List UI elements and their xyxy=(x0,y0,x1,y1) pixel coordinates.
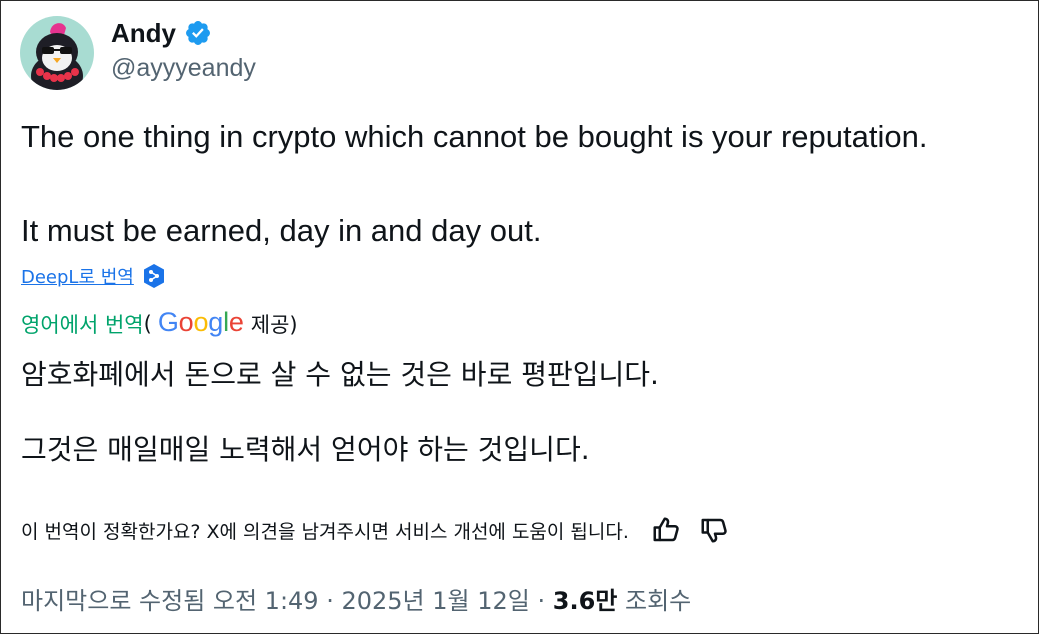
google-logo-letter: o xyxy=(178,307,194,337)
google-translate-attribution: 영어에서 번역 ( Google 제공) xyxy=(21,307,298,339)
verified-badge-icon[interactable] xyxy=(184,19,212,47)
translation-line-2: 그것은 매일매일 노력해서 얻어야 하는 것입니다. xyxy=(21,433,590,466)
tweet-text-line-2: It must be earned, day in and day out. xyxy=(21,213,542,248)
deepl-translate-link[interactable]: DeepL로 번역 xyxy=(21,263,134,289)
translated-from-english-label[interactable]: 영어에서 번역 xyxy=(21,309,144,339)
thumbs-up-icon[interactable] xyxy=(651,515,681,545)
edited-timestamp[interactable]: 마지막으로 수정됨 오전 1:49 · 2025년 1월 12일 · xyxy=(21,587,553,615)
views-count: 3.6만 xyxy=(552,587,618,615)
thumbs-down-icon[interactable] xyxy=(699,515,729,545)
tweet-text-line-1: The one thing in crypto which cannot be … xyxy=(21,119,928,154)
google-logo-letter: e xyxy=(228,307,244,337)
feedback-prompt: 이 번역이 정확한가요? X에 의견을 남겨주시면 서비스 개선에 도움이 됩니… xyxy=(21,520,629,543)
translation-line-1: 암호화폐에서 돈으로 살 수 없는 것은 바로 평판입니다. xyxy=(21,358,659,391)
author-name[interactable]: Andy xyxy=(111,18,176,49)
author-handle[interactable]: @ayyyeandy xyxy=(111,54,256,83)
google-logo-letter: G xyxy=(157,307,179,337)
google-logo: Google xyxy=(158,307,244,338)
translation-feedback: 이 번역이 정확한가요? X에 의견을 남겨주시면 서비스 개선에 도움이 됩니… xyxy=(21,515,729,545)
penguin-avatar-icon xyxy=(20,16,94,90)
author-name-row: Andy xyxy=(111,16,256,50)
tweet-card: Andy @ayyyeandy The one thing in crypto … xyxy=(0,0,1039,634)
google-logo-letter: g xyxy=(208,307,224,337)
tweet-meta: 마지막으로 수정됨 오전 1:49 · 2025년 1월 12일 · 3.6만 … xyxy=(21,581,691,616)
avatar[interactable] xyxy=(20,16,94,90)
provider-suffix: 제공) xyxy=(250,312,298,337)
views-label: 조회수 xyxy=(617,587,692,615)
google-logo-letter: o xyxy=(193,307,209,337)
deepl-translate: DeepL로 번역 xyxy=(21,263,166,289)
open-paren: ( xyxy=(143,311,152,336)
tweet-author: Andy @ayyyeandy xyxy=(111,16,256,83)
deepl-icon[interactable] xyxy=(142,263,166,289)
